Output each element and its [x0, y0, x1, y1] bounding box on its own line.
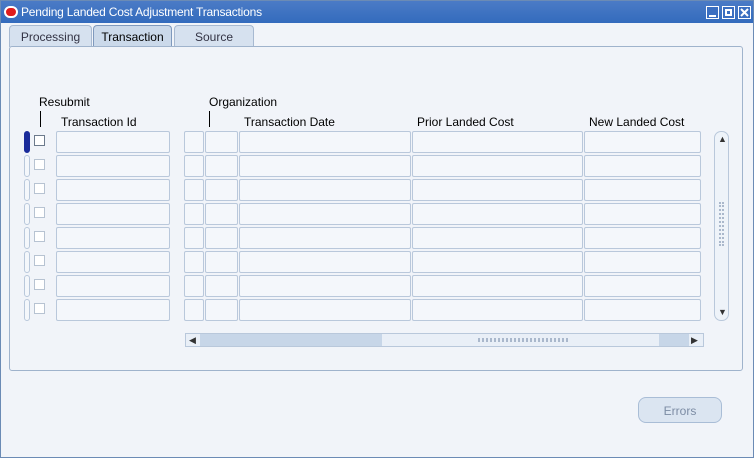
record-indicator[interactable] [24, 275, 30, 297]
tab-source[interactable]: Source [174, 25, 254, 47]
organization-field[interactable] [205, 275, 238, 297]
resubmit-checkbox[interactable] [34, 231, 45, 242]
horizontal-scroll-thumb[interactable] [200, 334, 382, 346]
org-part-field[interactable] [184, 251, 204, 273]
org-part-field[interactable] [184, 179, 204, 201]
horizontal-scrollbar[interactable]: ◀ ▶ [185, 333, 704, 347]
new-landed-cost-field[interactable] [584, 299, 701, 321]
organization-field[interactable] [205, 203, 238, 225]
scroll-grip-icon [719, 202, 724, 246]
transaction-id-field[interactable] [56, 275, 170, 297]
resubmit-checkbox[interactable] [34, 135, 45, 146]
transaction-date-field[interactable] [239, 155, 411, 177]
prior-landed-cost-field[interactable] [412, 155, 583, 177]
record-indicator[interactable] [24, 131, 30, 153]
oracle-logo-icon [4, 6, 18, 18]
record-indicator[interactable] [24, 179, 30, 201]
new-landed-cost-field[interactable] [584, 251, 701, 273]
organization-field[interactable] [205, 251, 238, 273]
resubmit-checkbox[interactable] [34, 303, 45, 314]
new-landed-cost-field[interactable] [584, 227, 701, 249]
tab-processing[interactable]: Processing [9, 25, 92, 47]
prior-landed-cost-field[interactable] [412, 299, 583, 321]
org-part-field[interactable] [184, 299, 204, 321]
transaction-date-field[interactable] [239, 227, 411, 249]
resubmit-checkbox[interactable] [34, 207, 45, 218]
header-transaction-id: Transaction Id [61, 115, 137, 129]
landed-cost-window: Pending Landed Cost Adjustment Transacti… [0, 0, 754, 458]
transaction-id-field[interactable] [56, 251, 170, 273]
resubmit-checkbox[interactable] [34, 183, 45, 194]
transaction-id-field[interactable] [56, 203, 170, 225]
prior-landed-cost-field[interactable] [412, 131, 583, 153]
tab-transaction[interactable]: Transaction [93, 25, 172, 48]
transaction-id-field[interactable] [56, 131, 170, 153]
header-prior-landed-cost: Prior Landed Cost [417, 115, 514, 129]
window-title: Pending Landed Cost Adjustment Transacti… [21, 5, 262, 19]
close-icon[interactable] [738, 6, 751, 19]
transaction-id-field[interactable] [56, 155, 170, 177]
new-landed-cost-field[interactable] [584, 155, 701, 177]
transaction-id-field[interactable] [56, 299, 170, 321]
transaction-date-field[interactable] [239, 179, 411, 201]
transaction-date-field[interactable] [239, 299, 411, 321]
header-resubmit: Resubmit [39, 95, 90, 109]
org-part-field[interactable] [184, 275, 204, 297]
transaction-date-field[interactable] [239, 275, 411, 297]
prior-landed-cost-field[interactable] [412, 275, 583, 297]
transaction-id-field[interactable] [56, 227, 170, 249]
org-part-field[interactable] [184, 155, 204, 177]
scroll-up-icon[interactable]: ▲ [718, 134, 727, 144]
organization-field[interactable] [205, 155, 238, 177]
transaction-date-field[interactable] [239, 203, 411, 225]
org-part-field[interactable] [184, 227, 204, 249]
prior-landed-cost-field[interactable] [412, 179, 583, 201]
resubmit-checkbox[interactable] [34, 159, 45, 170]
maximize-icon[interactable] [722, 6, 735, 19]
header-transaction-date: Transaction Date [244, 115, 335, 129]
organization-field[interactable] [205, 299, 238, 321]
scroll-right-icon[interactable]: ▶ [691, 335, 698, 346]
resubmit-checkbox[interactable] [34, 255, 45, 266]
organization-field[interactable] [205, 131, 238, 153]
minimize-icon[interactable] [706, 6, 719, 19]
transaction-id-field[interactable] [56, 179, 170, 201]
organization-field[interactable] [205, 227, 238, 249]
organization-field[interactable] [205, 179, 238, 201]
new-landed-cost-field[interactable] [584, 275, 701, 297]
transaction-date-field[interactable] [239, 251, 411, 273]
record-indicator[interactable] [24, 227, 30, 249]
prior-landed-cost-field[interactable] [412, 227, 583, 249]
scroll-down-icon[interactable]: ▼ [718, 307, 727, 317]
new-landed-cost-field[interactable] [584, 131, 701, 153]
record-indicator[interactable] [24, 299, 30, 321]
resubmit-checkbox[interactable] [34, 279, 45, 290]
scroll-grip-icon [478, 338, 568, 342]
header-organization: Organization [209, 95, 278, 109]
header-new-landed-cost: New Landed Cost [589, 115, 685, 129]
header-divider [209, 111, 210, 127]
title-bar[interactable]: Pending Landed Cost Adjustment Transacti… [1, 1, 753, 23]
org-part-field[interactable] [184, 203, 204, 225]
new-landed-cost-field[interactable] [584, 179, 701, 201]
errors-button[interactable]: Errors [638, 397, 722, 423]
header-divider [40, 111, 41, 127]
prior-landed-cost-field[interactable] [412, 251, 583, 273]
record-indicator[interactable] [24, 203, 30, 225]
org-part-field[interactable] [184, 131, 204, 153]
scroll-track-end [659, 334, 689, 346]
transaction-date-field[interactable] [239, 131, 411, 153]
record-indicator[interactable] [24, 251, 30, 273]
vertical-scrollbar[interactable]: ▲ ▼ [714, 131, 729, 321]
scroll-left-icon[interactable]: ◀ [189, 335, 196, 346]
record-indicator[interactable] [24, 155, 30, 177]
new-landed-cost-field[interactable] [584, 203, 701, 225]
prior-landed-cost-field[interactable] [412, 203, 583, 225]
